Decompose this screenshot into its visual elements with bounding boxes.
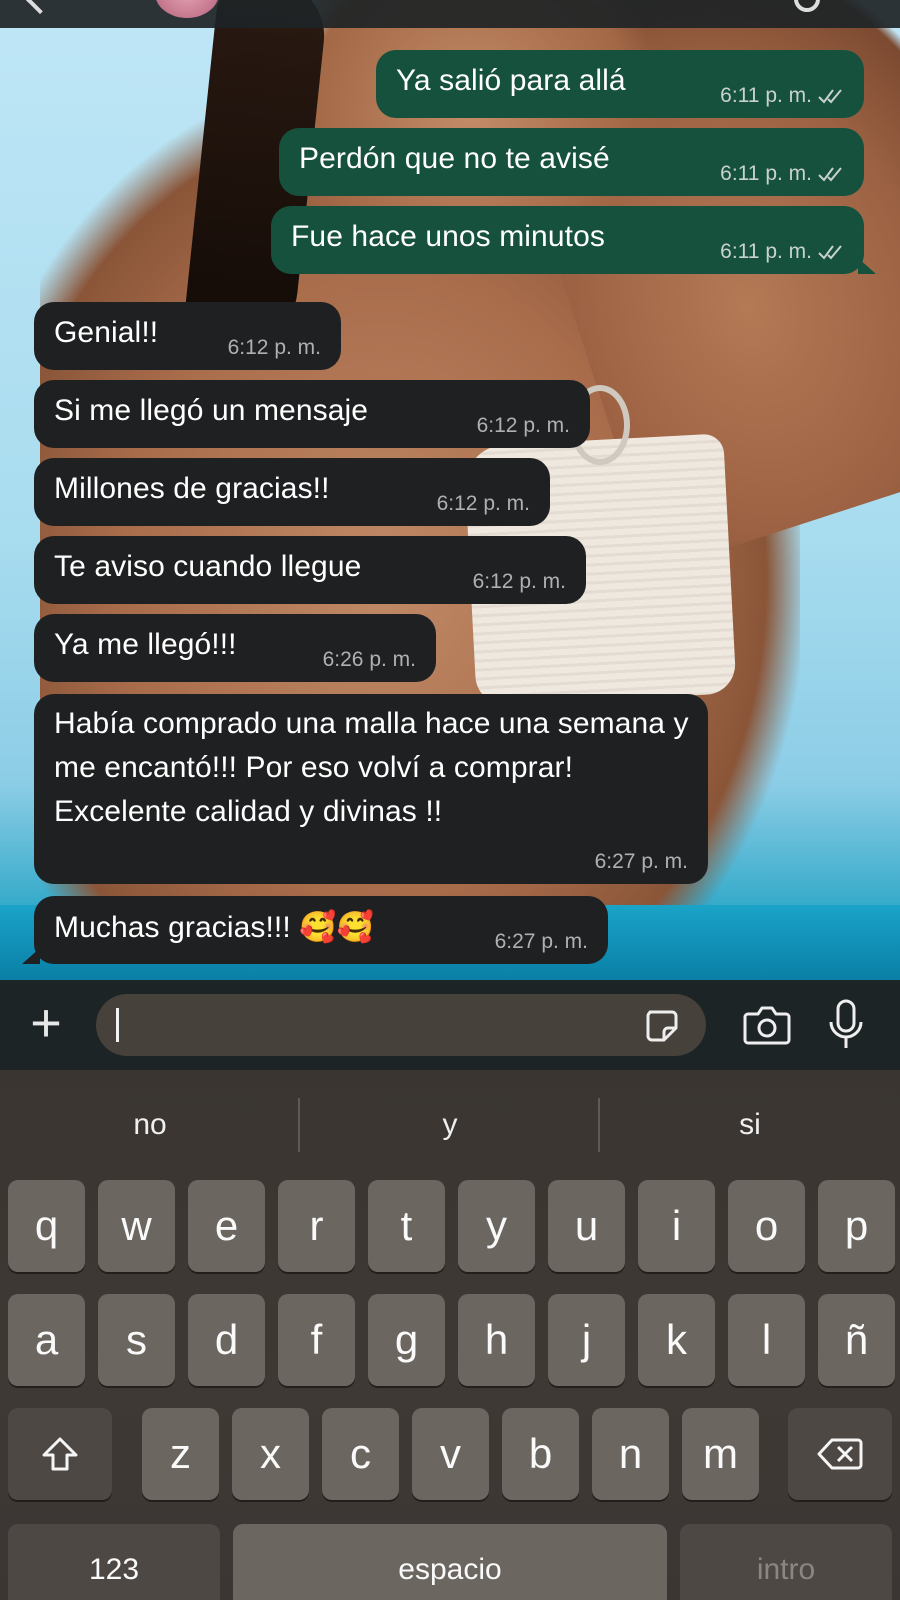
- sticker-icon[interactable]: [644, 1008, 678, 1042]
- key-k[interactable]: k: [638, 1294, 715, 1386]
- backspace-icon: [817, 1438, 863, 1470]
- message-text: Ya salió para allá: [396, 64, 626, 97]
- message-bubble-incoming[interactable]: Había comprado una malla hace una semana…: [34, 694, 708, 884]
- suggestion-item[interactable]: y: [300, 1070, 600, 1180]
- microphone-icon[interactable]: [826, 998, 866, 1052]
- key-x[interactable]: x: [232, 1408, 309, 1500]
- key-q[interactable]: q: [8, 1180, 85, 1272]
- key-o[interactable]: o: [728, 1180, 805, 1272]
- key-v[interactable]: v: [412, 1408, 489, 1500]
- key-f[interactable]: f: [278, 1294, 355, 1386]
- key-b[interactable]: b: [502, 1408, 579, 1500]
- back-icon[interactable]: [25, 0, 55, 15]
- key-w[interactable]: w: [98, 1180, 175, 1272]
- message-time: 6:12 p. m.: [476, 414, 570, 437]
- message-input[interactable]: [96, 994, 706, 1056]
- key-c[interactable]: c: [322, 1408, 399, 1500]
- key-d[interactable]: d: [188, 1294, 265, 1386]
- message-time: 6:11 p. m.: [720, 84, 812, 107]
- shift-key[interactable]: [8, 1408, 112, 1500]
- message-text: Millones de gracias!!: [54, 472, 330, 505]
- space-key[interactable]: espacio: [233, 1524, 667, 1600]
- suggestion-item[interactable]: si: [600, 1070, 900, 1180]
- message-bubble-outgoing[interactable]: Fue hace unos minutos 6:11 p. m.: [271, 206, 876, 274]
- key-l[interactable]: l: [728, 1294, 805, 1386]
- numbers-key[interactable]: 123: [8, 1524, 220, 1600]
- call-icon[interactable]: [794, 0, 820, 12]
- key-n-tilde[interactable]: ñ: [818, 1294, 895, 1386]
- plus-icon[interactable]: +: [22, 996, 70, 1050]
- key-h[interactable]: h: [458, 1294, 535, 1386]
- message-bubble-incoming[interactable]: Ya me llegó!!! 6:26 p. m.: [34, 614, 436, 682]
- key-i[interactable]: i: [638, 1180, 715, 1272]
- key-t[interactable]: t: [368, 1180, 445, 1272]
- message-bubble-incoming[interactable]: Muchas gracias!!! 🥰🥰 6:27 p. m.: [22, 896, 608, 964]
- key-n[interactable]: n: [592, 1408, 669, 1500]
- key-j[interactable]: j: [548, 1294, 625, 1386]
- message-time: 6:12 p. m.: [472, 570, 566, 593]
- message-time: 6:11 p. m.: [720, 162, 812, 185]
- read-ticks-icon: [818, 245, 842, 260]
- message-bubble-incoming[interactable]: Te aviso cuando llegue 6:12 p. m.: [34, 536, 586, 604]
- message-text: Si me llegó un mensaje: [54, 394, 369, 427]
- message-bubble-outgoing[interactable]: Perdón que no te avisé 6:11 p. m.: [279, 128, 864, 196]
- suggestion-item[interactable]: no: [0, 1070, 300, 1180]
- key-a[interactable]: a: [8, 1294, 85, 1386]
- return-key[interactable]: intro: [680, 1524, 892, 1600]
- message-bubble-incoming[interactable]: Millones de gracias!! 6:12 p. m.: [34, 458, 550, 526]
- message-time: 6:26 p. m.: [322, 648, 416, 671]
- on-screen-keyboard: no y si q w e r t y u i o p a s d f g h …: [0, 1070, 900, 1600]
- text-cursor: [116, 1008, 119, 1042]
- message-text: Fue hace unos minutos: [291, 220, 605, 253]
- chat-header: [0, 0, 900, 28]
- message-text: Había comprado una malla hace una semana…: [54, 707, 689, 828]
- message-time: 6:27 p. m.: [494, 930, 588, 953]
- key-m[interactable]: m: [682, 1408, 759, 1500]
- message-bubble-incoming[interactable]: Si me llegó un mensaje 6:12 p. m.: [34, 380, 590, 448]
- key-u[interactable]: u: [548, 1180, 625, 1272]
- message-text: Muchas gracias!!! 🥰🥰: [54, 911, 375, 944]
- message-text: Genial!!: [54, 316, 159, 349]
- key-z[interactable]: z: [142, 1408, 219, 1500]
- contact-avatar[interactable]: [155, 0, 219, 18]
- key-e[interactable]: e: [188, 1180, 265, 1272]
- key-r[interactable]: r: [278, 1180, 355, 1272]
- message-text: Ya me llegó!!!: [54, 628, 237, 661]
- message-text: Perdón que no te avisé: [299, 142, 610, 175]
- message-composer: +: [0, 980, 900, 1070]
- key-p[interactable]: p: [818, 1180, 895, 1272]
- camera-icon[interactable]: [742, 1002, 792, 1048]
- key-y[interactable]: y: [458, 1180, 535, 1272]
- read-ticks-icon: [818, 167, 842, 182]
- message-bubble-outgoing[interactable]: Ya salió para allá 6:11 p. m.: [376, 50, 864, 118]
- key-s[interactable]: s: [98, 1294, 175, 1386]
- message-time: 6:12 p. m.: [436, 492, 530, 515]
- message-time: 6:11 p. m.: [720, 240, 812, 263]
- message-time: 6:12 p. m.: [227, 336, 321, 359]
- shift-icon: [42, 1437, 78, 1471]
- read-ticks-icon: [818, 89, 842, 104]
- message-time: 6:27 p. m.: [594, 850, 688, 873]
- key-g[interactable]: g: [368, 1294, 445, 1386]
- message-bubble-incoming[interactable]: Genial!! 6:12 p. m.: [34, 302, 341, 370]
- message-text: Te aviso cuando llegue: [54, 550, 362, 583]
- delete-key[interactable]: [788, 1408, 892, 1500]
